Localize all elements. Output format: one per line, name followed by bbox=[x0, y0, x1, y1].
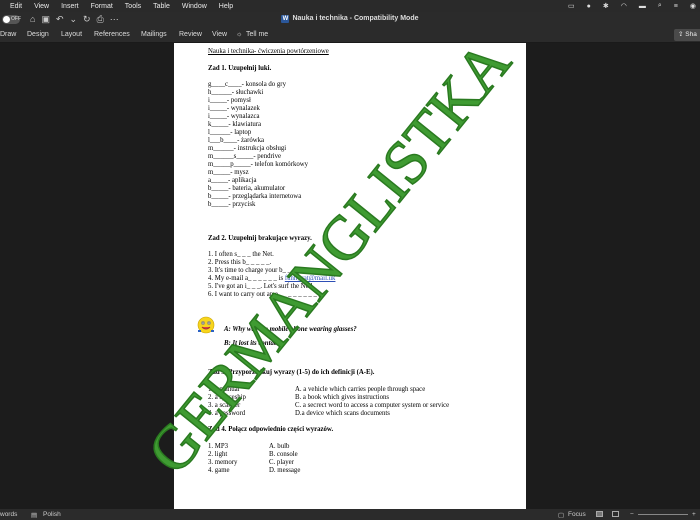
zad2-line: 4. My e-mail a_ _ _ _ _ _ is funnycat@ma… bbox=[208, 275, 335, 283]
proofing-icon[interactable]: ▤ bbox=[31, 511, 37, 519]
menu-table[interactable]: Table bbox=[153, 3, 170, 10]
zad3-definition: A. a vehicle which carries people throug… bbox=[295, 386, 426, 393]
record-icon[interactable]: ● bbox=[587, 3, 591, 10]
search-icon[interactable]: ⌕ bbox=[658, 2, 662, 10]
zad3-term: 1. a manual bbox=[208, 386, 240, 393]
zad2-line-text: 4. My e-mail a_ _ _ _ _ _ is bbox=[208, 275, 284, 282]
tab-draw[interactable]: Draw bbox=[0, 31, 16, 38]
tab-view[interactable]: View bbox=[212, 31, 227, 38]
zad1-title: Zad 1. Uzupełnij luki. bbox=[208, 65, 272, 72]
siri-icon[interactable]: ◉ bbox=[690, 2, 696, 10]
share-button[interactable]: ⇪ Sha bbox=[674, 29, 700, 41]
zad4-left-item: 1. MP3 bbox=[208, 443, 229, 450]
zad4-right-item: D. message bbox=[269, 467, 301, 474]
focus-button[interactable]: Focus bbox=[568, 511, 586, 518]
zad1-line: l___b____- żarówka bbox=[208, 137, 265, 144]
screen-icon[interactable]: ▭ bbox=[568, 2, 575, 10]
zad1-line: i_____- pomysł bbox=[208, 97, 251, 104]
lightbulb-icon: ☼ bbox=[236, 31, 243, 38]
share-label: Sha bbox=[685, 31, 697, 38]
zad3-term: 4. a password bbox=[208, 410, 246, 417]
zad1-line: g____c____- konsola do gry bbox=[208, 81, 286, 88]
zad4-right-item: A. bulb bbox=[269, 443, 290, 450]
print-layout-icon[interactable] bbox=[596, 511, 603, 517]
tab-mailings[interactable]: Mailings bbox=[141, 31, 167, 38]
doc-heading: Nauka i technika- ćwiczenia powtórzeniow… bbox=[208, 48, 329, 55]
status-bar: words ▤ Polish ▢ Focus − + bbox=[0, 509, 700, 520]
language-status[interactable]: Polish bbox=[43, 511, 61, 518]
zad2-line: 3. It's time to charge your b_ _ _ _ _ _… bbox=[208, 267, 320, 274]
zad1-line: l______- laptop bbox=[208, 129, 252, 136]
web-layout-icon[interactable] bbox=[612, 511, 619, 517]
zad1-line: m______- instrukcja obsługi bbox=[208, 145, 287, 152]
zad3-term: 2. a spaceship bbox=[208, 394, 246, 401]
focus-icon[interactable]: ▢ bbox=[558, 511, 564, 519]
menu-view[interactable]: View bbox=[34, 3, 49, 10]
zad4-left-item: 4. game bbox=[208, 467, 230, 474]
word-count[interactable]: words bbox=[0, 511, 17, 518]
tab-design[interactable]: Design bbox=[27, 31, 49, 38]
zad3-definition: D.a device which scans documents bbox=[295, 410, 390, 417]
menu-help[interactable]: Help bbox=[219, 3, 233, 10]
zad1-line: h______- słuchawki bbox=[208, 89, 264, 96]
menu-insert[interactable]: Insert bbox=[61, 3, 79, 10]
zoom-in-icon[interactable]: + bbox=[692, 511, 696, 518]
tab-review[interactable]: Review bbox=[179, 31, 202, 38]
menu-format[interactable]: Format bbox=[91, 3, 113, 10]
zad1-line: i_____- wynalazek bbox=[208, 105, 260, 112]
zad1-line: k_____- klawiatura bbox=[208, 121, 262, 128]
word-doc-icon: W bbox=[281, 15, 290, 23]
zad4-right-item: B. console bbox=[269, 451, 298, 458]
document-title: W Nauka i technika - Compatibility Mode bbox=[0, 15, 700, 23]
menu-tools[interactable]: Tools bbox=[125, 3, 141, 10]
zad4-left-item: 2. light bbox=[208, 451, 228, 458]
zoom-out-icon[interactable]: − bbox=[630, 511, 634, 518]
zad3-definition: C. a secrect word to access a computer s… bbox=[295, 402, 450, 409]
zad4-left-item: 3. memory bbox=[208, 459, 238, 466]
wifi-icon[interactable]: ◠ bbox=[621, 2, 627, 10]
joke-answer: B: It lost its contacts. bbox=[224, 340, 284, 347]
zad4-title: Zad 4. Połącz odpowiednio części wyrazów… bbox=[208, 426, 334, 433]
tab-references[interactable]: References bbox=[94, 31, 130, 38]
zad2-line: 1. I often s_ _ _ the Net. bbox=[208, 251, 274, 258]
document-page[interactable]: Nauka i technika- ćwiczenia powtórzeniow… bbox=[174, 43, 526, 509]
zad2-title: Zad 2. Uzupełnij brakujące wyrazy. bbox=[208, 235, 312, 242]
menu-edit[interactable]: Edit bbox=[10, 3, 22, 10]
menu-bar: Edit View Insert Format Tools Table Wind… bbox=[0, 0, 700, 12]
ribbon-tabs: Draw Design Layout References Mailings R… bbox=[0, 28, 700, 43]
zad2-line: 5. I've got an i_ _ _. Let's surf the Ne… bbox=[208, 283, 313, 290]
zad1-line: m_____- mysz bbox=[208, 169, 249, 176]
control-center-icon[interactable]: ≡ bbox=[674, 3, 678, 10]
zad1-line: a_____- aplikacja bbox=[208, 177, 257, 184]
zad2-line: 2. Press this b_ _ _ _ _. bbox=[208, 259, 272, 266]
zad1-line: m_____p_____- telefon komórkowy bbox=[208, 161, 309, 168]
title-bar: OFF ⌂ ▣ ↶ ⌄ ↻ ⎙ ⋯ W Nauka i technika - Co… bbox=[0, 12, 700, 28]
document-canvas[interactable]: Nauka i technika- ćwiczenia powtórzeniow… bbox=[0, 43, 700, 509]
battery-icon[interactable]: ▬ bbox=[639, 3, 646, 10]
share-icon: ⇪ bbox=[678, 31, 684, 38]
tell-me-search[interactable]: Tell me bbox=[246, 31, 268, 38]
zad3-term: 3. a scanner bbox=[208, 402, 241, 409]
zad1-line: b_____- bateria, akumulator bbox=[208, 185, 286, 192]
zad4-right-item: C. player bbox=[269, 459, 294, 466]
joke-question: A: Why was the mobile phone wearing glas… bbox=[224, 326, 357, 333]
zad2-line: 6. I want to carry out an e_ _ _ _ _ _ _… bbox=[208, 291, 324, 298]
zad1-line: b_____- przeglądarka internetowa bbox=[208, 193, 302, 200]
zad3-definition: B. a book which gives instructions bbox=[295, 394, 390, 401]
zad1-line: m______s_____- pendrive bbox=[208, 153, 282, 160]
bluetooth-icon[interactable]: ✱ bbox=[603, 2, 609, 10]
smiley-emoji-icon bbox=[197, 316, 215, 334]
zad1-line: b_____- przycisk bbox=[208, 201, 256, 208]
document-title-text: Nauka i technika - Compatibility Mode bbox=[292, 15, 419, 22]
zad1-line: i_____- wynalazca bbox=[208, 113, 260, 120]
zoom-slider[interactable] bbox=[638, 514, 688, 515]
zad3-title: Zad 3. Przyporządkuj wyrazy (1-5) do ich… bbox=[208, 369, 375, 376]
email-link[interactable]: funnycat@mail.uk bbox=[285, 275, 336, 282]
tab-layout[interactable]: Layout bbox=[61, 31, 82, 38]
menu-window[interactable]: Window bbox=[182, 3, 207, 10]
